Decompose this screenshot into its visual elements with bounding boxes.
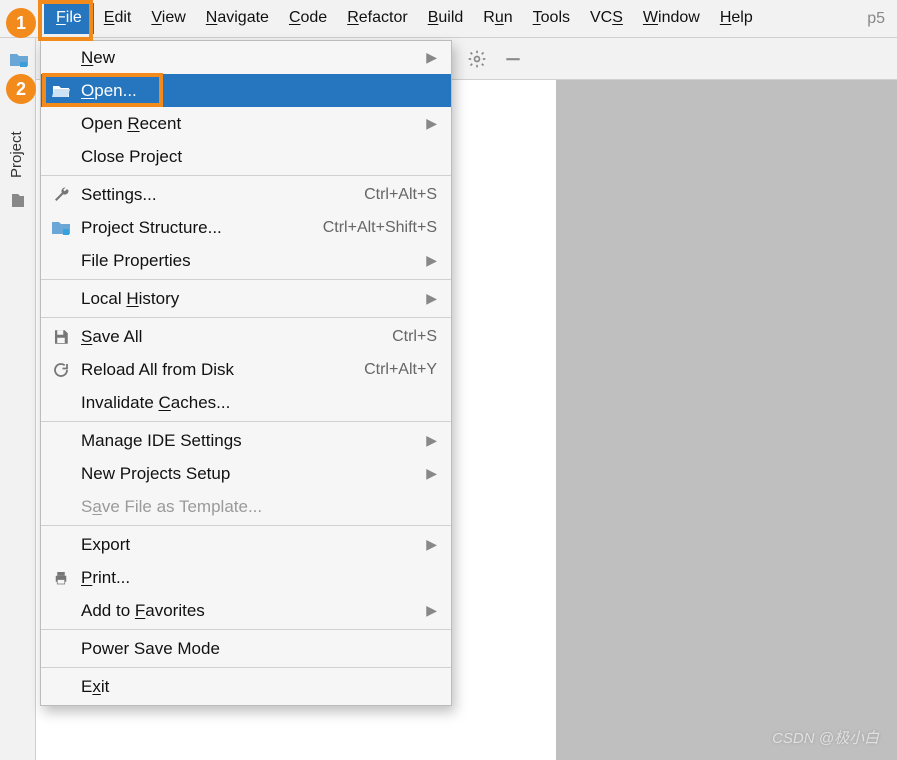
chevron-right-icon: ▶ — [426, 115, 437, 132]
menu-refactor[interactable]: Refactor — [337, 3, 417, 34]
menu-item-open[interactable]: Open... — [41, 74, 451, 107]
menu-item-label: Settings... — [81, 185, 364, 205]
menu-item-reload-all-from-disk[interactable]: Reload All from DiskCtrl+Alt+Y — [41, 353, 451, 386]
chevron-right-icon: ▶ — [426, 290, 437, 307]
menu-view[interactable]: View — [141, 3, 195, 34]
tool-window-sidebar: Project — [0, 38, 36, 760]
menu-item-label: Print... — [81, 568, 437, 588]
menu-item-label: Close Project — [81, 147, 437, 167]
menu-vcs[interactable]: VCS — [580, 3, 633, 34]
menu-tools[interactable]: Tools — [523, 3, 580, 34]
file-menu-dropdown: New▶Open...Open Recent▶Close ProjectSett… — [40, 40, 452, 706]
chevron-right-icon: ▶ — [426, 602, 437, 619]
bookmarks-tool-icon[interactable] — [10, 193, 26, 214]
menu-item-label: Add to Favorites — [81, 601, 426, 621]
project-name: p5 — [867, 10, 885, 28]
menu-run[interactable]: Run — [473, 3, 522, 34]
menu-item-invalidate-caches[interactable]: Invalidate Caches... — [41, 386, 451, 419]
menu-item-label: New — [81, 48, 426, 68]
project-tab-label[interactable]: Project — [8, 131, 25, 178]
menu-item-power-save-mode[interactable]: Power Save Mode — [41, 632, 451, 665]
project-structure-icon — [51, 218, 71, 238]
menu-item-label: File Properties — [81, 251, 426, 271]
menu-build[interactable]: Build — [418, 3, 474, 34]
menu-item-manage-ide-settings[interactable]: Manage IDE Settings▶ — [41, 424, 451, 457]
menu-item-local-history[interactable]: Local History▶ — [41, 282, 451, 315]
reload-icon — [51, 360, 71, 380]
wrench-icon — [51, 185, 71, 205]
menu-item-file-properties[interactable]: File Properties▶ — [41, 244, 451, 277]
menu-item-add-to-favorites[interactable]: Add to Favorites▶ — [41, 594, 451, 627]
menu-item-save-file-as-template: Save File as Template... — [41, 490, 451, 523]
menu-item-project-structure[interactable]: Project Structure...Ctrl+Alt+Shift+S — [41, 211, 451, 244]
menu-item-label: Local History — [81, 289, 426, 309]
menu-item-label: Manage IDE Settings — [81, 431, 426, 451]
gear-icon[interactable] — [467, 49, 489, 71]
watermark: CSDN @极小白 — [772, 727, 879, 748]
menu-item-label: Exit — [81, 677, 437, 697]
menu-item-shortcut: Ctrl+S — [392, 328, 437, 346]
menu-item-new[interactable]: New▶ — [41, 41, 451, 74]
menu-item-label: Export — [81, 535, 426, 555]
chevron-right-icon: ▶ — [426, 536, 437, 553]
menu-item-exit[interactable]: Exit — [41, 670, 451, 703]
menu-item-label: Invalidate Caches... — [81, 393, 437, 413]
menu-item-new-projects-setup[interactable]: New Projects Setup▶ — [41, 457, 451, 490]
menu-item-shortcut: Ctrl+Alt+Y — [364, 361, 437, 379]
menu-item-label: Reload All from Disk — [81, 360, 364, 380]
chevron-right-icon: ▶ — [426, 49, 437, 66]
menu-item-label: Save File as Template... — [81, 497, 437, 517]
chevron-right-icon: ▶ — [426, 432, 437, 449]
menu-item-shortcut: Ctrl+Alt+Shift+S — [323, 219, 437, 237]
menu-item-label: Open... — [81, 81, 437, 101]
menu-item-label: Save All — [81, 327, 392, 347]
chevron-right-icon: ▶ — [426, 252, 437, 269]
chevron-right-icon: ▶ — [426, 465, 437, 482]
menu-help[interactable]: Help — [710, 3, 763, 34]
minimize-icon[interactable] — [503, 49, 525, 71]
menu-code[interactable]: Code — [279, 3, 337, 34]
editor-empty-bg — [556, 80, 897, 760]
menu-item-settings[interactable]: Settings...Ctrl+Alt+S — [41, 178, 451, 211]
menu-edit[interactable]: Edit — [94, 3, 142, 34]
menu-file[interactable]: File — [44, 3, 94, 34]
menu-item-label: Power Save Mode — [81, 639, 437, 659]
save-icon — [51, 327, 71, 347]
menu-item-export[interactable]: Export▶ — [41, 528, 451, 561]
menu-item-label: Open Recent — [81, 114, 426, 134]
menu-item-open-recent[interactable]: Open Recent▶ — [41, 107, 451, 140]
print-icon — [51, 568, 71, 588]
menu-item-label: New Projects Setup — [81, 464, 426, 484]
menu-item-close-project[interactable]: Close Project — [41, 140, 451, 173]
menu-item-shortcut: Ctrl+Alt+S — [364, 186, 437, 204]
menu-item-print[interactable]: Print... — [41, 561, 451, 594]
folder-open-icon — [51, 81, 71, 101]
menubar: FileEditViewNavigateCodeRefactorBuildRun… — [0, 0, 897, 38]
project-tool-icon[interactable] — [10, 52, 28, 73]
menu-navigate[interactable]: Navigate — [196, 3, 279, 34]
menu-item-save-all[interactable]: Save AllCtrl+S — [41, 320, 451, 353]
menu-window[interactable]: Window — [633, 3, 710, 34]
menu-item-label: Project Structure... — [81, 218, 323, 238]
